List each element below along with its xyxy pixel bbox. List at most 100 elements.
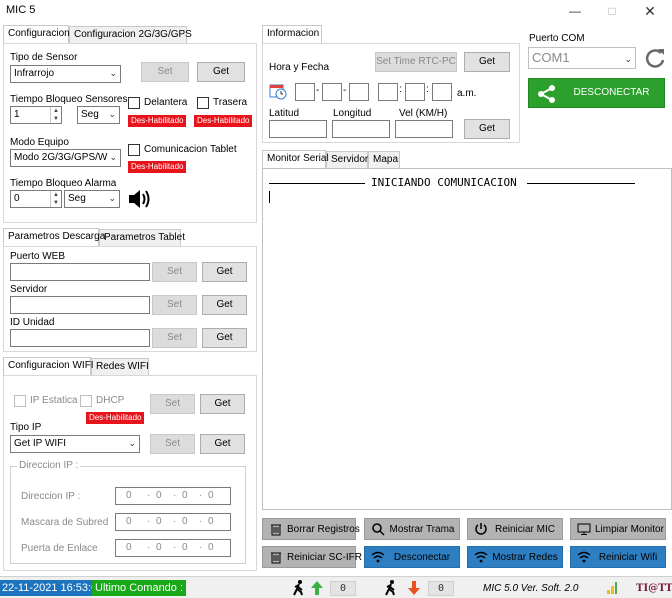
server-input[interactable] bbox=[10, 296, 150, 314]
com-port-label: Puerto COM bbox=[529, 33, 585, 44]
ip-address-label: Direccion IP : bbox=[21, 491, 81, 502]
tab-mapa[interactable]: Mapa bbox=[368, 151, 400, 168]
second-input[interactable] bbox=[432, 83, 452, 101]
unit-id-input[interactable] bbox=[10, 329, 150, 347]
ip-group-label: Direccion IP : bbox=[17, 460, 81, 471]
minimize-button[interactable]: — bbox=[560, 0, 590, 22]
unit-id-label: ID Unidad bbox=[10, 317, 55, 328]
ip-type-get-button-top[interactable]: Get bbox=[200, 394, 245, 414]
front-checkbox[interactable] bbox=[128, 97, 140, 109]
datetime-get-button[interactable]: Get bbox=[464, 52, 510, 72]
status-last-command: Ultimo Comando : bbox=[92, 580, 187, 596]
sensor-type-select[interactable]: Infrarrojo ⌄ bbox=[10, 65, 121, 83]
static-ip-checkbox[interactable] bbox=[14, 395, 26, 407]
minute-input[interactable] bbox=[405, 83, 425, 101]
maximize-button[interactable]: □ bbox=[597, 0, 627, 22]
wifi-icon bbox=[371, 551, 385, 563]
rear-checkbox[interactable] bbox=[197, 97, 209, 109]
lock-time-label: Tiempo Bloqueo Sensores bbox=[10, 94, 128, 105]
front-disabled-badge: Des-Habilitado bbox=[128, 115, 187, 127]
tab-configuracion[interactable]: Configuracion bbox=[3, 25, 70, 43]
com-port-select[interactable]: COM1 ⌄ bbox=[528, 47, 636, 69]
unit-id-set-button[interactable]: Set bbox=[152, 328, 197, 348]
tab-configuracion-wifi[interactable]: Configuracion WIFI bbox=[3, 357, 94, 375]
mode-select[interactable]: Modo 2G/3G/GPS/W ⌄ bbox=[10, 149, 121, 167]
ip-type-select[interactable]: Get IP WIFI ⌄ bbox=[10, 435, 140, 453]
alarm-lock-unit-select[interactable]: Seg ⌄ bbox=[64, 190, 120, 208]
refresh-icon[interactable] bbox=[644, 47, 666, 69]
subnet-label: Mascara de Subred bbox=[21, 517, 109, 528]
dhcp-checkbox[interactable] bbox=[80, 395, 92, 407]
restart-sc-ifr-button[interactable]: Reiniciar SC-IFR bbox=[262, 546, 362, 568]
gps-get-button[interactable]: Get bbox=[464, 119, 510, 139]
share-icon bbox=[538, 85, 555, 103]
download-tabstrip: Parametros Descarga Parametros Tablet bbox=[3, 228, 257, 246]
tab-redes-wifi[interactable]: Redes WIFI bbox=[91, 358, 149, 375]
ip-address-input[interactable]: 0 · 0 · 0 · 0 bbox=[115, 487, 231, 505]
wifi-disconnect-button[interactable]: Desconectar bbox=[364, 546, 460, 568]
close-button[interactable]: ✕ bbox=[635, 0, 665, 22]
restart-mic-button[interactable]: Reiniciar MIC bbox=[467, 518, 563, 540]
hour-input[interactable] bbox=[378, 83, 398, 101]
ip-type-get-button[interactable]: Get bbox=[200, 434, 245, 454]
lock-time-unit-select[interactable]: Seg ⌄ bbox=[77, 106, 120, 124]
day-input[interactable] bbox=[295, 83, 315, 101]
sensor-type-get-button[interactable]: Get bbox=[197, 62, 245, 82]
chevron-down-icon: ⌄ bbox=[109, 152, 117, 162]
web-port-input[interactable] bbox=[10, 263, 150, 281]
server-label: Servidor bbox=[10, 284, 48, 295]
speed-label: Vel (KM/H) bbox=[399, 108, 448, 119]
wifi-icon bbox=[474, 551, 488, 563]
ampm-label: a.m. bbox=[457, 88, 477, 99]
power-icon bbox=[475, 523, 487, 535]
clear-records-button[interactable]: Borrar Registros bbox=[262, 518, 360, 540]
tab-servidor[interactable]: Servidor bbox=[326, 151, 368, 168]
tab-parametros-descarga[interactable]: Parametros Descarga bbox=[3, 228, 105, 246]
tablet-comm-label: Comunicacion Tablet bbox=[144, 144, 237, 155]
config-panel: Tipo de Sensor Infrarrojo ⌄ Set Get Tiemp… bbox=[3, 43, 257, 223]
web-port-set-button[interactable]: Set bbox=[152, 262, 197, 282]
longitude-input[interactable] bbox=[332, 120, 390, 138]
month-input[interactable] bbox=[322, 83, 342, 101]
monitor-tabstrip: Monitor Serial Servidor Mapa bbox=[262, 150, 672, 168]
disconnect-button[interactable]: DESCONECTAR bbox=[528, 78, 665, 108]
tab-informacion[interactable]: Informacion bbox=[262, 25, 322, 43]
calendar-clock-icon[interactable] bbox=[269, 82, 287, 100]
server-get-button[interactable]: Get bbox=[202, 295, 247, 315]
lock-time-stepper[interactable]: 1 ▲ ▼ bbox=[10, 106, 62, 124]
dhcp-label: DHCP bbox=[96, 395, 125, 406]
clear-monitor-button[interactable]: Limpiar Monitor bbox=[570, 518, 666, 540]
serial-monitor[interactable]: INICIANDO COMUNICACION bbox=[262, 168, 672, 510]
chevron-down-icon: ⌄ bbox=[108, 109, 116, 119]
sensor-type-label: Tipo de Sensor bbox=[10, 52, 78, 63]
web-port-label: Puerto WEB bbox=[10, 251, 66, 262]
speed-input[interactable] bbox=[395, 120, 453, 138]
speaker-icon[interactable] bbox=[127, 188, 153, 210]
server-set-button[interactable]: Set bbox=[152, 295, 197, 315]
subnet-input[interactable]: 0 · 0 · 0 · 0 bbox=[115, 513, 231, 531]
show-frame-button[interactable]: Mostrar Trama bbox=[364, 518, 460, 540]
alarm-lock-stepper[interactable]: 0 ▲ ▼ bbox=[10, 190, 62, 208]
tab-monitor-serial[interactable]: Monitor Serial bbox=[262, 150, 329, 168]
gateway-input[interactable]: 0 · 0 · 0 · 0 bbox=[115, 539, 231, 557]
up-counter: 0 bbox=[330, 581, 356, 596]
walking-person-icon bbox=[385, 580, 395, 596]
ip-type-set-button-top[interactable]: Set bbox=[150, 394, 195, 414]
chevron-down-icon: ⌄ bbox=[108, 193, 116, 203]
arrow-down-icon bbox=[408, 581, 420, 595]
sensor-type-set-button[interactable]: Set bbox=[141, 62, 189, 82]
year-input[interactable] bbox=[349, 83, 369, 101]
wifi-icon bbox=[577, 551, 591, 563]
wifi-panel: IP Estatica DHCP Des-Habilitado Set Get … bbox=[3, 375, 257, 571]
restart-wifi-button[interactable]: Reiniciar Wifi bbox=[570, 546, 666, 568]
ip-type-set-button[interactable]: Set bbox=[150, 434, 195, 454]
set-rtc-button[interactable]: Set Time RTC-PC bbox=[375, 52, 457, 72]
tablet-comm-checkbox[interactable] bbox=[128, 144, 140, 156]
latitude-input[interactable] bbox=[269, 120, 327, 138]
unit-id-get-button[interactable]: Get bbox=[202, 328, 247, 348]
web-port-get-button[interactable]: Get bbox=[202, 262, 247, 282]
tab-parametros-tablet[interactable]: Parametros Tablet bbox=[99, 229, 185, 246]
tab-configuracion-2g[interactable]: Configuracion 2G/3G/GPS bbox=[69, 26, 192, 43]
status-datetime: 22-11-2021 16:53:09 bbox=[0, 580, 106, 596]
show-networks-button[interactable]: Mostrar Redes bbox=[467, 546, 563, 568]
